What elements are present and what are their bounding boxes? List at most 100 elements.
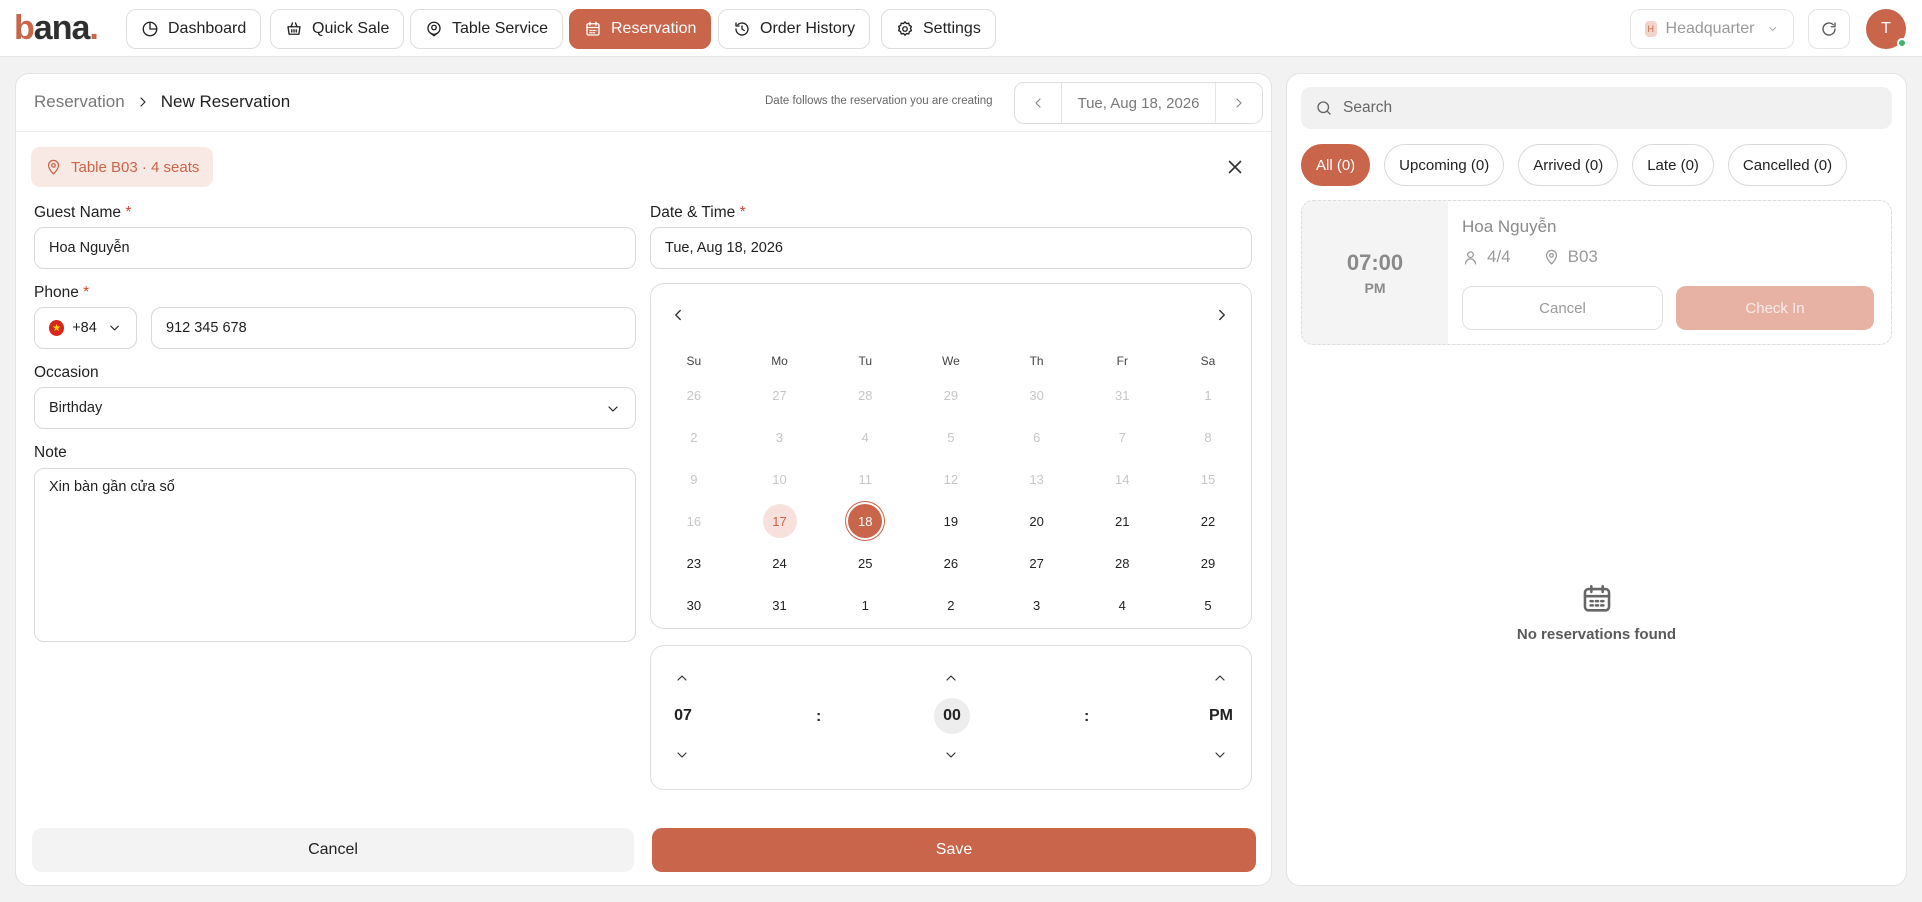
- calendar-day[interactable]: 4: [1079, 588, 1165, 622]
- nav-settings-button[interactable]: Settings: [881, 9, 996, 49]
- phone-input[interactable]: 912 345 678: [151, 307, 636, 349]
- calendar-day-number: 26: [686, 387, 702, 403]
- filter-late[interactable]: Late (0): [1632, 144, 1714, 186]
- previous-month-button[interactable]: [669, 306, 689, 326]
- reservation-cancel-button[interactable]: Cancel: [1462, 286, 1663, 330]
- save-button[interactable]: Save: [652, 828, 1256, 872]
- filter-arrived[interactable]: Arrived (0): [1518, 144, 1619, 186]
- location-pin-icon: [47, 159, 60, 175]
- calendar-day[interactable]: 2: [908, 588, 994, 622]
- calendar-day[interactable]: 24: [737, 546, 823, 580]
- top-navigation-bar: bana. Dashboard Quick Sale Table Service…: [0, 0, 1922, 57]
- country-code-select[interactable]: ★ +84: [34, 307, 137, 349]
- calendar-day: 2: [651, 420, 737, 454]
- calendar-day[interactable]: 19: [908, 504, 994, 538]
- datetime-field[interactable]: Tue, Aug 18, 2026: [650, 227, 1252, 269]
- calendar-day: 13: [994, 462, 1080, 496]
- calendar-day-number: 8: [1204, 429, 1212, 445]
- history-icon: [735, 22, 749, 36]
- nav-order-history-button[interactable]: Order History: [718, 9, 871, 49]
- calendar-icon: [586, 21, 600, 36]
- note-textarea[interactable]: Xin bàn gần cửa sổ: [34, 468, 636, 642]
- user-avatar[interactable]: T: [1866, 9, 1907, 49]
- reservation-meta: 4/4 B03: [1462, 247, 1598, 267]
- guest-name-field[interactable]: Hoa Nguyễn: [34, 227, 636, 269]
- nav-reservation-label: Reservation: [611, 20, 697, 37]
- weekday-label: Fr: [1116, 354, 1128, 368]
- calendar-day-number: 4: [1118, 597, 1126, 613]
- calendar-day-selected[interactable]: 18: [822, 504, 908, 538]
- calendar-day[interactable]: 20: [994, 504, 1080, 538]
- status-filter-tabs: All (0) Upcoming (0) Arrived (0) Late (0…: [1301, 144, 1848, 186]
- period-up-button[interactable]: [1212, 670, 1230, 688]
- bana-logo[interactable]: bana.: [14, 11, 99, 45]
- chevron-down-icon: [1215, 752, 1225, 758]
- calendar-day[interactable]: 27: [994, 546, 1080, 580]
- nav-reservation-button[interactable]: Reservation: [569, 9, 712, 49]
- calendar-day[interactable]: 29: [1165, 546, 1251, 580]
- calendar-day[interactable]: 22: [1165, 504, 1251, 538]
- minute-value[interactable]: 00: [934, 698, 970, 734]
- calendar-day-number: 30: [1029, 387, 1044, 403]
- current-date-display[interactable]: Tue, Aug 18, 2026: [1061, 83, 1216, 123]
- reservations-list-panel: All (0) Upcoming (0) Arrived (0) Late (0…: [1286, 73, 1907, 886]
- table-pin-icon: [427, 21, 441, 37]
- calendar-day[interactable]: 3: [994, 588, 1080, 622]
- reservation-time: 07:00: [1346, 249, 1404, 275]
- calendar-day: 14: [1079, 462, 1165, 496]
- new-reservation-panel: Reservation New Reservation Date follows…: [15, 73, 1272, 886]
- calendar-day[interactable]: 31: [737, 588, 823, 622]
- nav-table-service-button[interactable]: Table Service: [410, 9, 564, 49]
- hour-value[interactable]: 07: [665, 698, 701, 734]
- nav-quick-sale-button[interactable]: Quick Sale: [270, 9, 405, 49]
- nav-dashboard-button[interactable]: Dashboard: [126, 9, 262, 49]
- calendar-day[interactable]: 25: [822, 546, 908, 580]
- refresh-button[interactable]: [1808, 9, 1850, 49]
- calendar-day[interactable]: 21: [1079, 504, 1165, 538]
- cancel-button[interactable]: Cancel: [32, 828, 634, 872]
- close-form-button[interactable]: [1224, 156, 1246, 178]
- check-in-button[interactable]: Check In: [1676, 286, 1874, 330]
- reservation-time-block: 07:00 PM: [1302, 201, 1448, 344]
- datetime-label: Date & Time *: [650, 204, 746, 221]
- hour-up-button[interactable]: [674, 670, 692, 688]
- calendar-day[interactable]: 30: [651, 588, 737, 622]
- search-input[interactable]: [1343, 99, 1843, 117]
- calendar-day-number: 3: [775, 429, 784, 445]
- calendar-day[interactable]: 5: [1165, 588, 1251, 622]
- calendar-day[interactable]: 1: [822, 588, 908, 622]
- minute-down-button[interactable]: [943, 747, 961, 765]
- breadcrumb-root[interactable]: Reservation: [34, 92, 125, 112]
- calendar-day[interactable]: 26: [908, 546, 994, 580]
- calendar-day[interactable]: 28: [1079, 546, 1165, 580]
- period-value[interactable]: PM: [1203, 698, 1239, 734]
- chevron-down-icon: [946, 752, 956, 758]
- calendar-day-number: 21: [1115, 513, 1130, 529]
- calendar-day-number: 24: [772, 555, 787, 571]
- calendar-day-number: 28: [857, 387, 873, 403]
- calendar-day-number: 26: [943, 555, 959, 571]
- next-month-button[interactable]: [1213, 306, 1233, 326]
- occasion-select[interactable]: Birthday: [34, 387, 636, 429]
- branch-selector[interactable]: H Headquarter: [1630, 9, 1794, 49]
- calendar-day[interactable]: 23: [651, 546, 737, 580]
- reservation-guest-name: Hoa Nguyễn: [1462, 217, 1557, 236]
- location-pin-icon: [1545, 249, 1557, 265]
- calendar-weekday-header: Su Mo Tu We Th Fr Sa: [651, 348, 1251, 374]
- refresh-icon: [1822, 22, 1836, 36]
- next-date-button[interactable]: [1216, 83, 1262, 123]
- calendar-day-number: 2: [690, 429, 698, 445]
- minute-up-button[interactable]: [943, 670, 961, 688]
- calendar-day-number: 9: [690, 471, 698, 487]
- date-picker-calendar: Su Mo Tu We Th Fr Sa 26 27 28 29 30 31 1 2 3 4 5 6 7 8 9 10 11 1…: [650, 283, 1252, 629]
- calendar-week-row: 16 17 18 19 20 21 22: [651, 500, 1251, 542]
- calendar-day-today[interactable]: 17: [737, 504, 823, 538]
- calendar-day-number: 5: [947, 429, 955, 445]
- period-down-button[interactable]: [1212, 747, 1230, 765]
- filter-all[interactable]: All (0): [1301, 144, 1371, 186]
- search-icon: [1317, 101, 1331, 115]
- filter-upcoming[interactable]: Upcoming (0): [1384, 144, 1505, 186]
- previous-date-button[interactable]: [1015, 83, 1061, 123]
- filter-cancelled[interactable]: Cancelled (0): [1727, 144, 1848, 186]
- hour-down-button[interactable]: [674, 747, 692, 765]
